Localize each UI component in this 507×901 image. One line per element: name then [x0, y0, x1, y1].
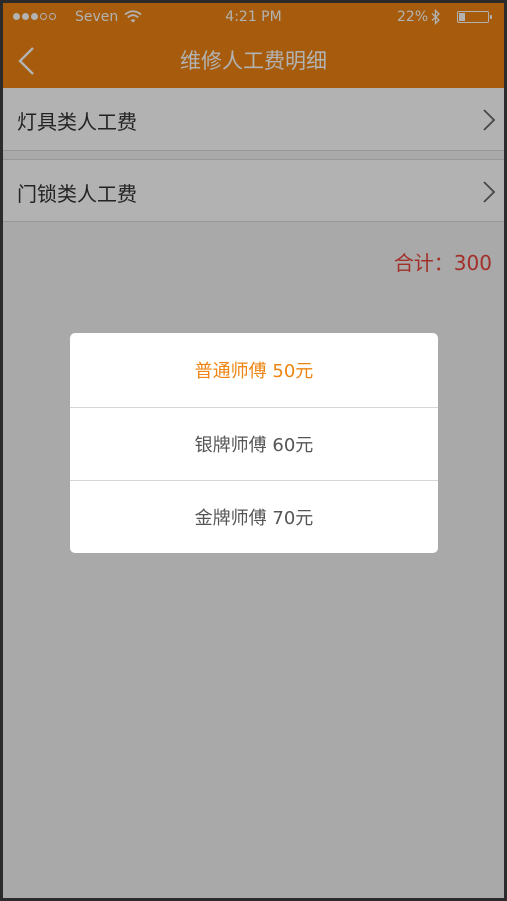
option-regular-technician[interactable]: 普通师傅 50元	[70, 333, 438, 408]
technician-picker: 普通师傅 50元 银牌师傅 60元 金牌师傅 70元	[70, 333, 438, 553]
screen: Seven 4:21 PM 22% 维修人工费明细 灯具类人工费 门锁类人工费 …	[3, 3, 504, 898]
option-gold-technician[interactable]: 金牌师傅 70元	[70, 481, 438, 553]
option-silver-technician[interactable]: 银牌师傅 60元	[70, 408, 438, 481]
